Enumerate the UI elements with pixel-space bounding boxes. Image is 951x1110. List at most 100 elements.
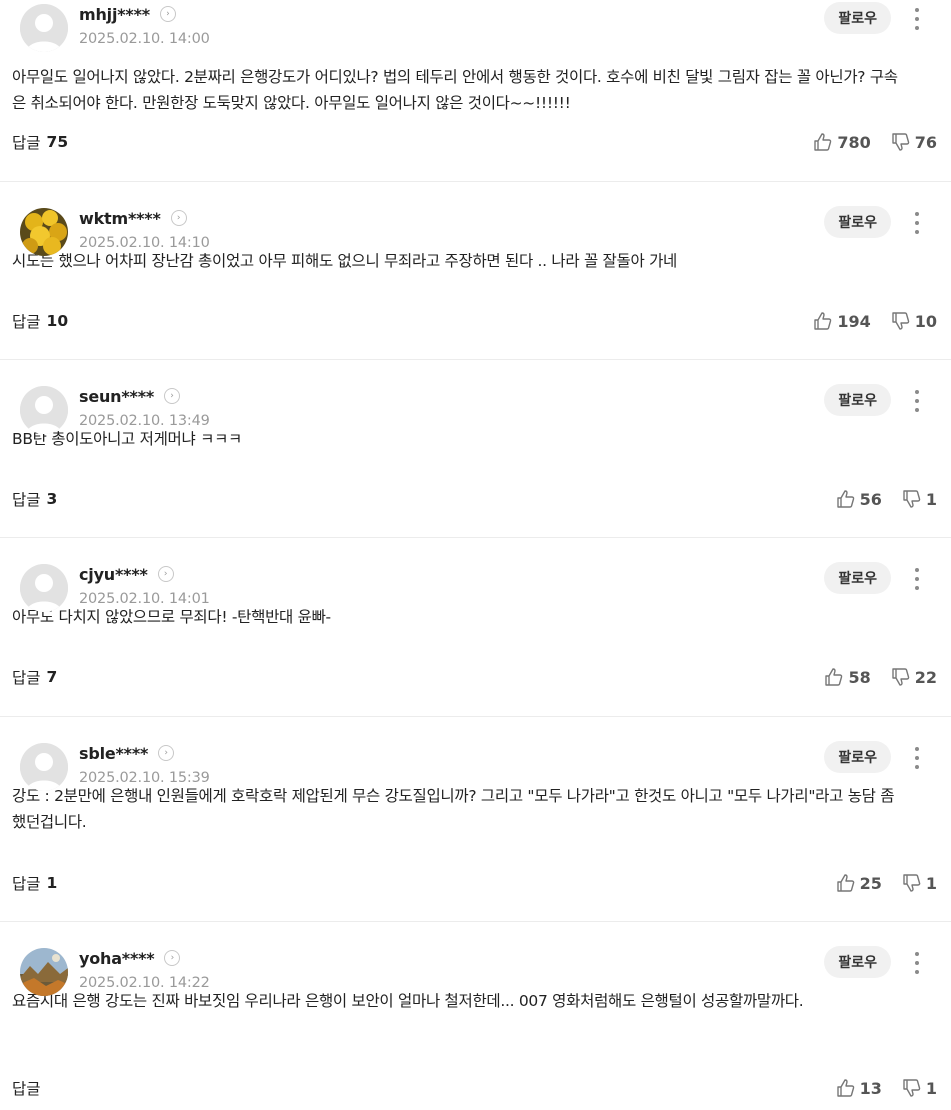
comment-item: sble**** › 2025.02.10. 15:39 팔로우 강도 : 2분…: [0, 717, 951, 922]
dislike-button[interactable]: 10: [891, 311, 937, 331]
comment-item: wktm**** › 2025.02.10. 14:10 팔로우 시도는 했으나…: [0, 182, 951, 360]
dislike-count: 1: [925, 873, 937, 893]
like-count: 13: [859, 1078, 882, 1098]
thumbs-down-icon: [892, 133, 910, 151]
comment-header: seun**** › 2025.02.10. 13:49 팔로우: [10, 360, 937, 434]
comment-date: 2025.02.10. 14:01: [79, 591, 210, 607]
like-count: 25: [859, 873, 882, 893]
dislike-count: 10: [914, 311, 937, 331]
like-button[interactable]: 13: [836, 1078, 882, 1098]
chevron-right-icon[interactable]: ›: [159, 6, 176, 22]
user-meta: yoha**** › 2025.02.10. 14:22: [79, 947, 210, 992]
nickname[interactable]: wktm****: [79, 209, 161, 228]
more-options-icon[interactable]: [913, 568, 921, 590]
comment-header: mhjj**** › 2025.02.10. 14:00 팔로우: [10, 0, 937, 58]
dislike-count: 1: [925, 1078, 937, 1098]
reply-count: 3: [46, 490, 58, 508]
comment-header: cjyu**** › 2025.02.10. 14:01 팔로우: [10, 538, 937, 612]
follow-button[interactable]: 팔로우: [824, 946, 891, 978]
comment-item: cjyu**** › 2025.02.10. 14:01 팔로우 아무도 다치지…: [0, 538, 951, 717]
reply-count: 10: [46, 312, 69, 330]
user-meta: sble**** › 2025.02.10. 15:39: [79, 742, 210, 787]
avatar[interactable]: [20, 564, 68, 612]
avatar[interactable]: [20, 386, 68, 434]
reply-button[interactable]: 답글 10: [12, 310, 68, 332]
nickname[interactable]: sble****: [79, 744, 148, 763]
comment-date: 2025.02.10. 14:00: [79, 31, 210, 47]
reply-button[interactable]: 답글 7: [12, 666, 57, 688]
more-options-icon[interactable]: [913, 952, 921, 974]
follow-button[interactable]: 팔로우: [824, 206, 891, 238]
nickname[interactable]: yoha****: [79, 949, 155, 968]
more-options-icon[interactable]: [913, 747, 921, 769]
comment-text: 요즘시대 은행 강도는 진짜 바보짓임 우리나라 은행이 보안이 얼마나 철저한…: [12, 992, 804, 1010]
more-options-icon[interactable]: [913, 212, 921, 234]
thumbs-up-icon: [836, 874, 854, 892]
dislike-button[interactable]: 22: [891, 667, 937, 687]
reply-count: 7: [46, 668, 58, 686]
dislike-button[interactable]: 1: [902, 1078, 937, 1098]
avatar[interactable]: [20, 208, 68, 256]
dislike-button[interactable]: 1: [902, 873, 937, 893]
like-count: 194: [837, 311, 871, 331]
comment-list: mhjj**** › 2025.02.10. 14:00 팔로우 아무일도 일어…: [0, 0, 951, 1110]
avatar[interactable]: [20, 743, 68, 791]
reply-label: 답글: [12, 491, 41, 509]
reply-button[interactable]: 답글 75: [12, 131, 68, 153]
follow-button[interactable]: 팔로우: [824, 741, 891, 773]
comment-item: mhjj**** › 2025.02.10. 14:00 팔로우 아무일도 일어…: [0, 0, 951, 182]
avatar[interactable]: [20, 948, 68, 996]
reply-label: 답글: [12, 669, 41, 687]
comment-text: BB탄 총이도아니고 저게머냐 ㅋㅋㅋ: [12, 430, 242, 448]
comment-item: yoha**** › 2025.02.10. 14:22 팔로우 요즘시대 은행…: [0, 922, 951, 1110]
chevron-right-icon[interactable]: ›: [164, 950, 181, 966]
reply-button[interactable]: 답글 1: [12, 872, 57, 894]
chevron-right-icon[interactable]: ›: [164, 388, 181, 404]
comment-date: 2025.02.10. 15:39: [79, 770, 210, 786]
thumbs-down-icon: [892, 668, 910, 686]
thumbs-up-icon: [836, 490, 854, 508]
chevron-right-icon[interactable]: ›: [170, 210, 187, 226]
comment-footer: 답글 3 56 1: [12, 488, 937, 510]
user-meta: mhjj**** › 2025.02.10. 14:00: [79, 3, 210, 48]
like-count: 58: [848, 667, 871, 687]
nickname[interactable]: cjyu****: [79, 565, 148, 584]
like-button[interactable]: 780: [813, 132, 871, 152]
thumbs-down-icon: [903, 1079, 921, 1097]
chevron-right-icon[interactable]: ›: [157, 566, 174, 582]
thumbs-down-icon: [903, 874, 921, 892]
comment-text: 강도 : 2분만에 은행내 인원들에게 호락호락 제압된게 무슨 강도질입니까?…: [12, 787, 895, 831]
user-meta: cjyu**** › 2025.02.10. 14:01: [79, 563, 210, 608]
more-options-icon[interactable]: [913, 390, 921, 412]
user-meta: wktm**** › 2025.02.10. 14:10: [79, 207, 210, 252]
user-meta: seun**** › 2025.02.10. 13:49: [79, 385, 210, 430]
reply-label: 답글: [12, 875, 41, 893]
chevron-right-icon[interactable]: ›: [158, 745, 175, 761]
reply-button[interactable]: 답글: [12, 1077, 47, 1099]
reply-label: 답글: [12, 313, 41, 331]
comment-date: 2025.02.10. 14:10: [79, 235, 210, 251]
more-options-icon[interactable]: [913, 8, 921, 30]
reply-button[interactable]: 답글 3: [12, 488, 57, 510]
comment-header: sble**** › 2025.02.10. 15:39 팔로우: [10, 717, 937, 791]
avatar[interactable]: [20, 4, 68, 52]
follow-button[interactable]: 팔로우: [824, 2, 891, 34]
comment-header: wktm**** › 2025.02.10. 14:10 팔로우: [10, 182, 937, 256]
follow-button[interactable]: 팔로우: [824, 384, 891, 416]
thumbs-down-icon: [892, 312, 910, 330]
nickname[interactable]: seun****: [79, 387, 154, 406]
comment-footer: 답글 13 1: [12, 1077, 937, 1099]
follow-button[interactable]: 팔로우: [824, 562, 891, 594]
comment-text: 아무도 다치지 않았으므로 무죄다! -탄핵반대 윤빠-: [12, 608, 331, 626]
dislike-button[interactable]: 1: [902, 489, 937, 509]
like-count: 780: [837, 132, 871, 152]
comment-item: seun**** › 2025.02.10. 13:49 팔로우 BB탄 총이도…: [0, 360, 951, 538]
reply-count: 75: [46, 133, 69, 151]
like-button[interactable]: 58: [824, 667, 871, 687]
like-button[interactable]: 194: [813, 311, 871, 331]
thumbs-up-icon: [814, 312, 832, 330]
nickname[interactable]: mhjj****: [79, 5, 150, 24]
dislike-button[interactable]: 76: [891, 132, 937, 152]
like-button[interactable]: 56: [836, 489, 882, 509]
like-button[interactable]: 25: [836, 873, 882, 893]
